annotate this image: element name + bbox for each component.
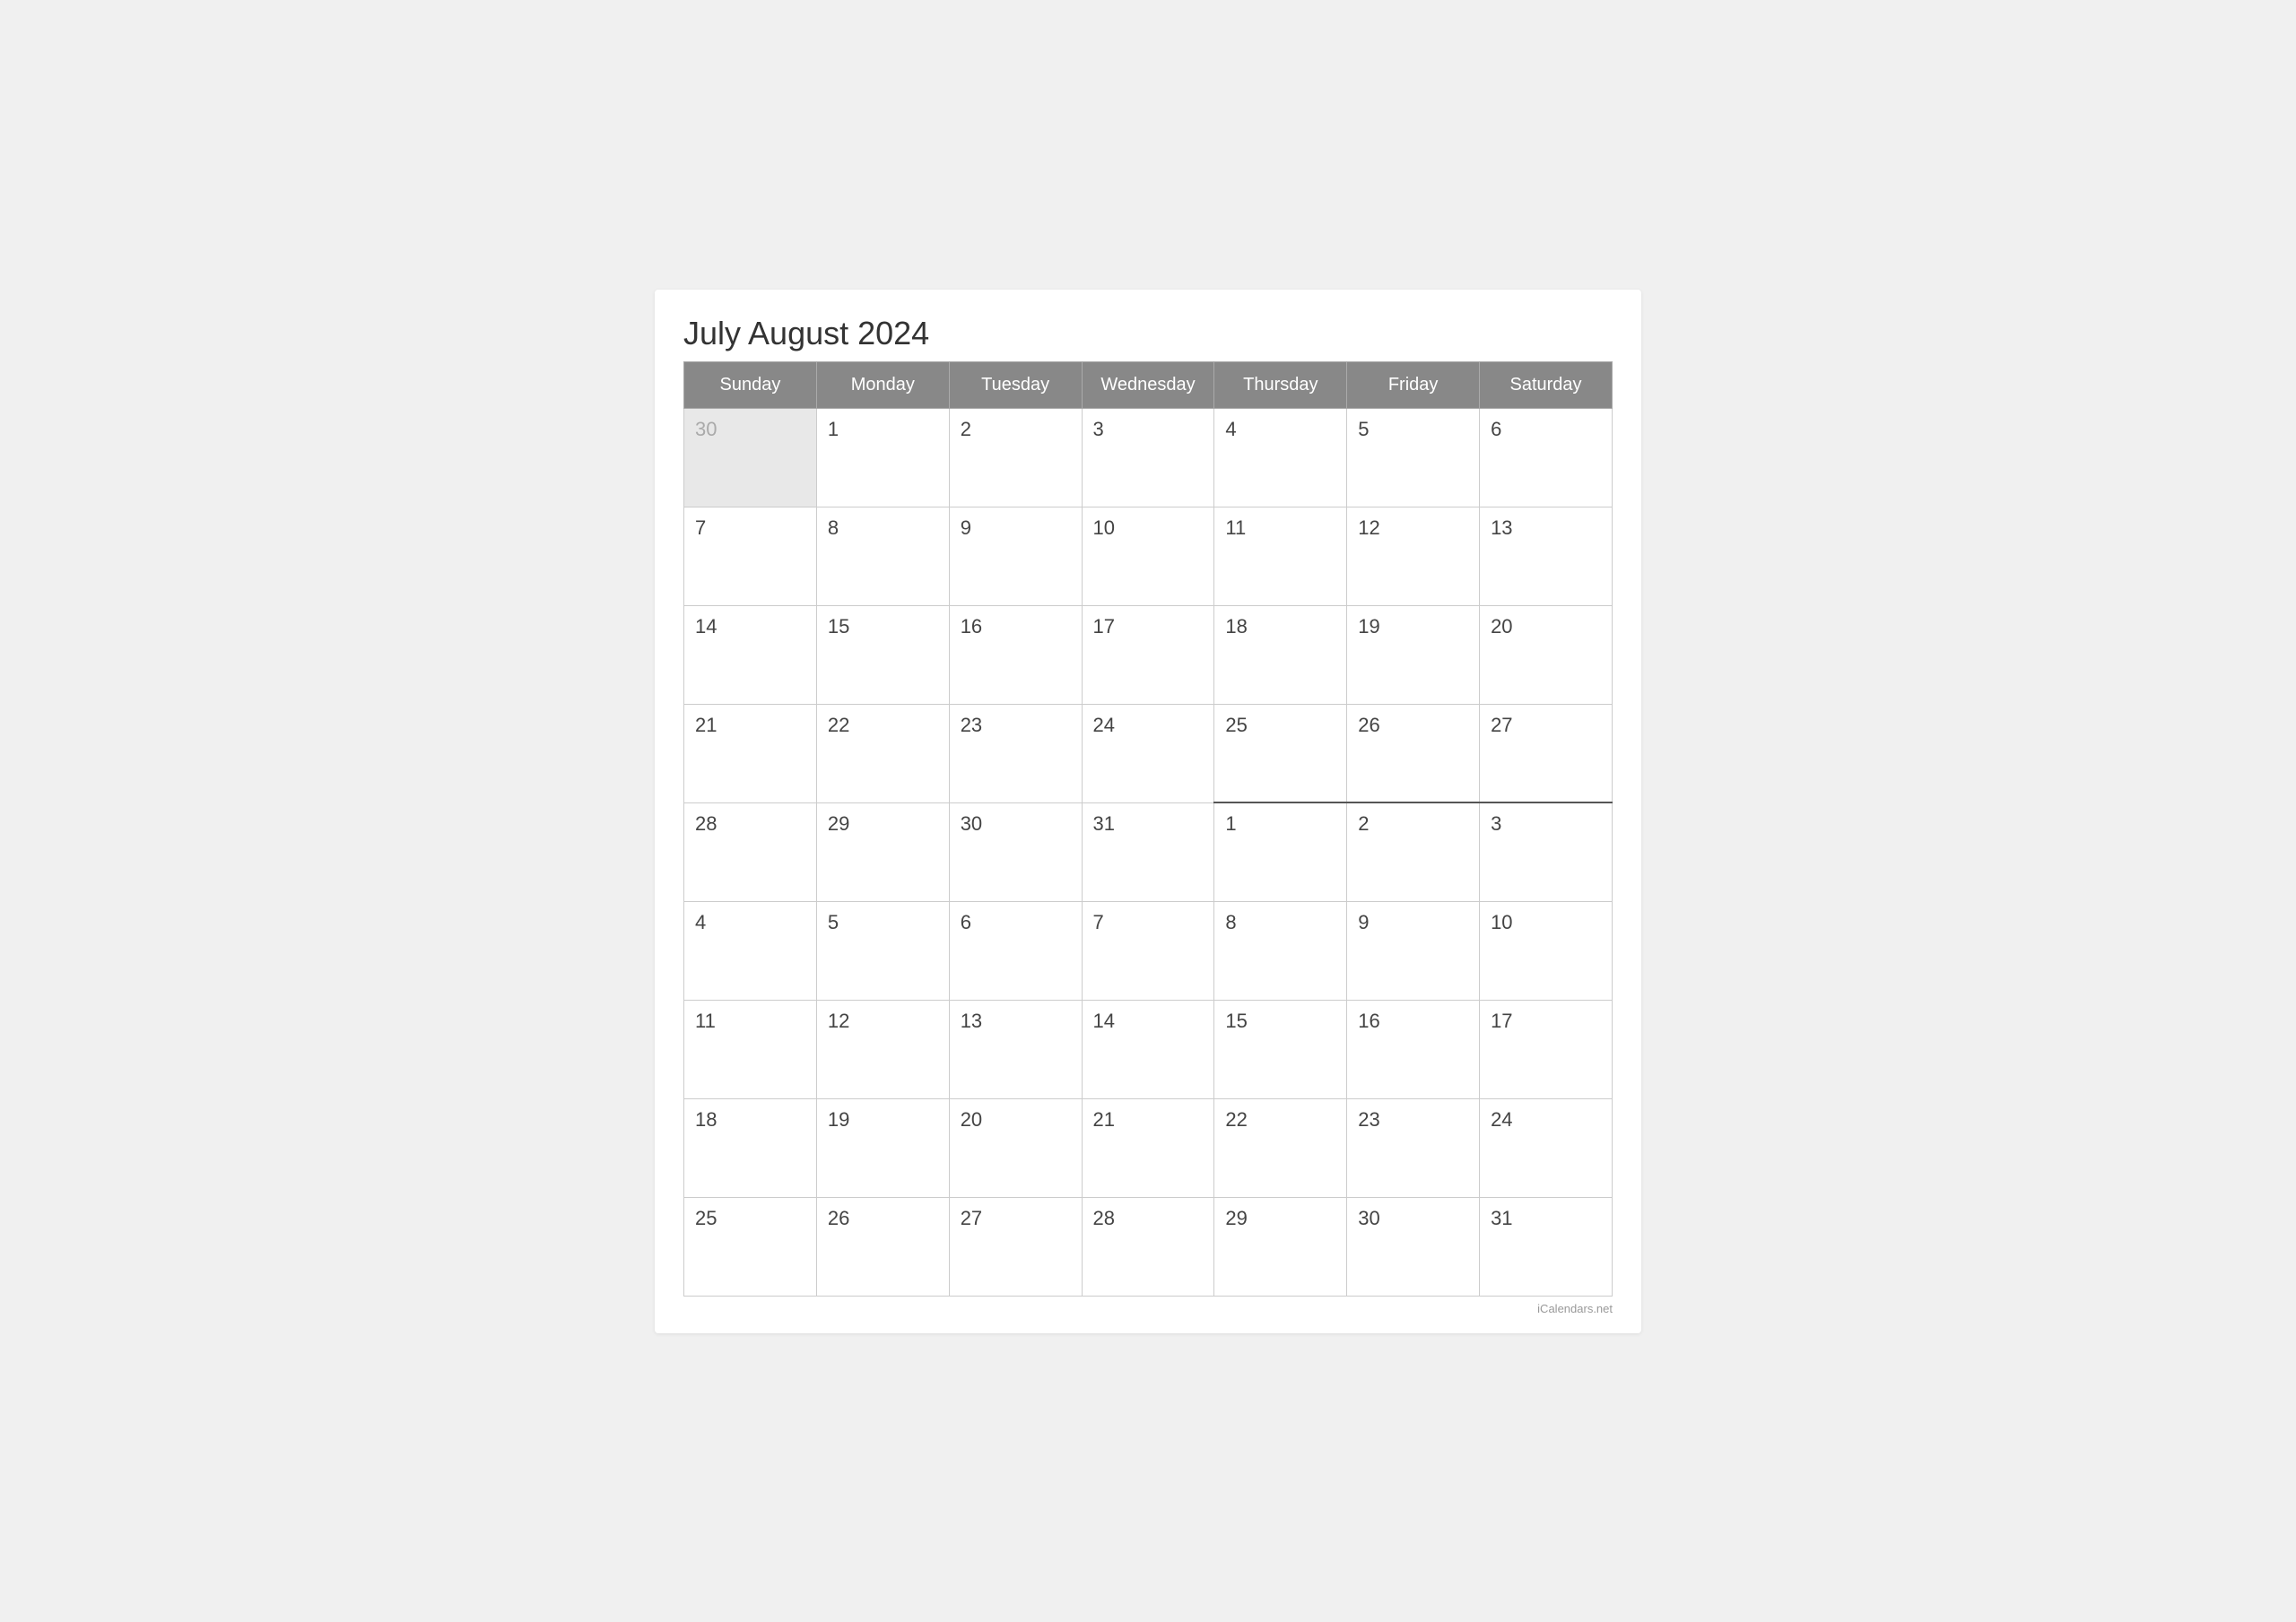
header-day-saturday: Saturday — [1480, 361, 1613, 408]
calendar-cell: 12 — [816, 1000, 949, 1098]
calendar-cell: 29 — [816, 802, 949, 901]
calendar-cell: 19 — [1347, 605, 1480, 704]
watermark: iCalendars.net — [683, 1302, 1613, 1315]
calendar-cell: 8 — [1214, 901, 1347, 1000]
calendar-cell: 19 — [816, 1098, 949, 1197]
calendar-cell: 31 — [1082, 802, 1214, 901]
calendar-cell: 27 — [1480, 704, 1613, 802]
calendar-cell: 1 — [816, 408, 949, 507]
header-day-sunday: Sunday — [684, 361, 817, 408]
calendar-row: 25262728293031 — [684, 1197, 1613, 1296]
calendar-cell: 5 — [816, 901, 949, 1000]
calendar-row: 18192021222324 — [684, 1098, 1613, 1197]
calendar-cell: 18 — [684, 1098, 817, 1197]
calendar-cell: 31 — [1480, 1197, 1613, 1296]
calendar-cell: 17 — [1082, 605, 1214, 704]
calendar-cell: 15 — [1214, 1000, 1347, 1098]
calendar-cell: 3 — [1480, 802, 1613, 901]
calendar-title: July August 2024 — [683, 315, 1613, 352]
calendar-cell: 18 — [1214, 605, 1347, 704]
calendar-cell: 2 — [949, 408, 1082, 507]
calendar-cell: 12 — [1347, 507, 1480, 605]
calendar-cell: 29 — [1214, 1197, 1347, 1296]
calendar-cell: 16 — [949, 605, 1082, 704]
calendar-row: 11121314151617 — [684, 1000, 1613, 1098]
calendar-cell: 7 — [1082, 901, 1214, 1000]
calendar-cell: 26 — [816, 1197, 949, 1296]
calendar-cell: 2 — [1347, 802, 1480, 901]
calendar-cell: 4 — [1214, 408, 1347, 507]
calendar-cell: 14 — [684, 605, 817, 704]
calendar-cell: 25 — [684, 1197, 817, 1296]
calendar-row: 45678910 — [684, 901, 1613, 1000]
header-day-monday: Monday — [816, 361, 949, 408]
header-day-friday: Friday — [1347, 361, 1480, 408]
calendar-body: 3012345678910111213141516171819202122232… — [684, 408, 1613, 1296]
calendar-cell: 21 — [684, 704, 817, 802]
calendar-table: SundayMondayTuesdayWednesdayThursdayFrid… — [683, 361, 1613, 1297]
calendar-cell: 9 — [1347, 901, 1480, 1000]
header-day-tuesday: Tuesday — [949, 361, 1082, 408]
calendar-cell: 21 — [1082, 1098, 1214, 1197]
header-day-thursday: Thursday — [1214, 361, 1347, 408]
calendar-cell: 4 — [684, 901, 817, 1000]
calendar-cell: 24 — [1082, 704, 1214, 802]
calendar-cell: 27 — [949, 1197, 1082, 1296]
calendar-cell: 13 — [949, 1000, 1082, 1098]
calendar-cell: 28 — [684, 802, 817, 901]
calendar-cell: 6 — [1480, 408, 1613, 507]
header-row: SundayMondayTuesdayWednesdayThursdayFrid… — [684, 361, 1613, 408]
calendar-cell: 22 — [1214, 1098, 1347, 1197]
calendar-cell: 13 — [1480, 507, 1613, 605]
calendar-row: 21222324252627 — [684, 704, 1613, 802]
calendar-cell: 15 — [816, 605, 949, 704]
calendar-cell: 28 — [1082, 1197, 1214, 1296]
calendar-cell: 11 — [684, 1000, 817, 1098]
calendar-cell: 11 — [1214, 507, 1347, 605]
calendar-cell: 25 — [1214, 704, 1347, 802]
calendar-container: July August 2024 SundayMondayTuesdayWedn… — [655, 290, 1641, 1333]
calendar-cell: 16 — [1347, 1000, 1480, 1098]
calendar-cell: 20 — [1480, 605, 1613, 704]
calendar-row: 14151617181920 — [684, 605, 1613, 704]
calendar-row: 30123456 — [684, 408, 1613, 507]
calendar-cell: 10 — [1480, 901, 1613, 1000]
calendar-cell: 3 — [1082, 408, 1214, 507]
calendar-cell: 5 — [1347, 408, 1480, 507]
calendar-cell: 14 — [1082, 1000, 1214, 1098]
calendar-cell: 1 — [1214, 802, 1347, 901]
calendar-cell: 23 — [949, 704, 1082, 802]
header-day-wednesday: Wednesday — [1082, 361, 1214, 408]
calendar-cell: 8 — [816, 507, 949, 605]
calendar-cell: 30 — [949, 802, 1082, 901]
calendar-row: 78910111213 — [684, 507, 1613, 605]
calendar-cell: 9 — [949, 507, 1082, 605]
calendar-cell: 24 — [1480, 1098, 1613, 1197]
calendar-cell: 26 — [1347, 704, 1480, 802]
calendar-cell: 7 — [684, 507, 817, 605]
calendar-row: 28293031123 — [684, 802, 1613, 901]
calendar-cell: 23 — [1347, 1098, 1480, 1197]
calendar-cell: 30 — [1347, 1197, 1480, 1296]
calendar-header: SundayMondayTuesdayWednesdayThursdayFrid… — [684, 361, 1613, 408]
calendar-cell: 22 — [816, 704, 949, 802]
calendar-cell: 17 — [1480, 1000, 1613, 1098]
calendar-cell: 30 — [684, 408, 817, 507]
calendar-cell: 10 — [1082, 507, 1214, 605]
calendar-cell: 6 — [949, 901, 1082, 1000]
calendar-cell: 20 — [949, 1098, 1082, 1197]
